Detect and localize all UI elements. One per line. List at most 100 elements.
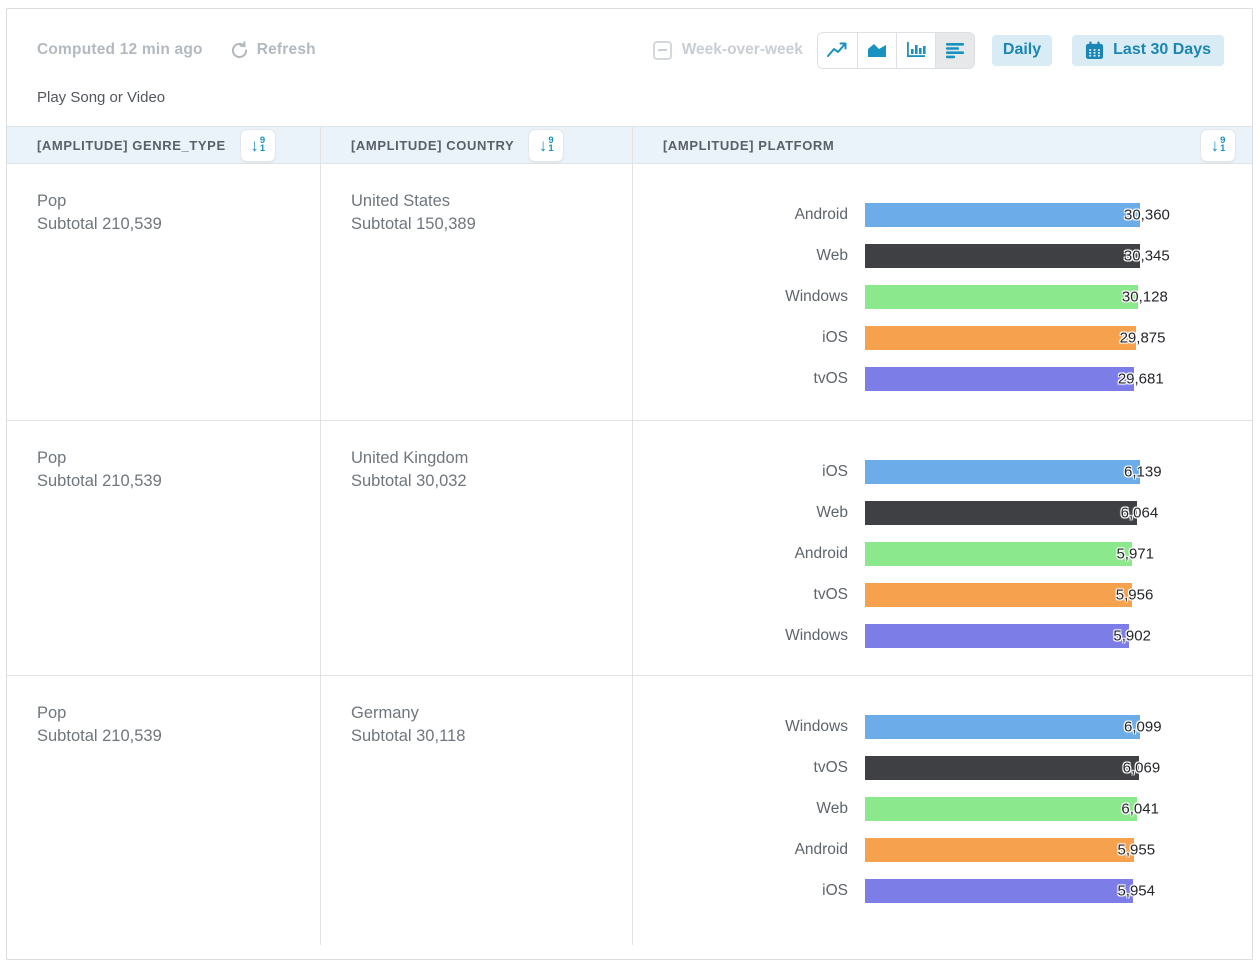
genre-cell-subtotal: Subtotal 210,539 bbox=[37, 470, 320, 493]
platform-bar[interactable]: 29,875 bbox=[865, 326, 1136, 350]
area-chart-icon bbox=[866, 40, 888, 60]
bar-track: 6,139 bbox=[865, 460, 1140, 484]
sort-descending-icon: ↓ bbox=[1211, 137, 1220, 154]
bar-value-label: 30,345 bbox=[1124, 247, 1170, 264]
genre-cell: PopSubtotal 210,539 bbox=[7, 676, 320, 945]
platform-bar[interactable]: 5,955 bbox=[865, 838, 1134, 862]
bar-value-label: 5,954 bbox=[1117, 882, 1155, 899]
week-over-week-label: Week-over-week bbox=[682, 41, 803, 59]
genre-cell: PopSubtotal 210,539 bbox=[7, 421, 320, 675]
country-cell: United KingdomSubtotal 30,032 bbox=[320, 421, 632, 675]
table-body: PopSubtotal 210,539United StatesSubtotal… bbox=[7, 164, 1252, 945]
platform-bar[interactable]: 6,139 bbox=[865, 460, 1140, 484]
sort-9-1-icon: 91 bbox=[260, 137, 265, 153]
country-cell-value: United Kingdom bbox=[351, 447, 632, 470]
country-cell-value: United States bbox=[351, 190, 632, 213]
platform-bar[interactable]: 6,099 bbox=[865, 715, 1140, 739]
bar-track: 6,064 bbox=[865, 501, 1140, 525]
bar-value-label: 30,128 bbox=[1122, 288, 1168, 305]
platform-bar[interactable]: 5,902 bbox=[865, 624, 1129, 648]
platform-label: Web bbox=[633, 247, 865, 265]
granularity-button[interactable]: Daily bbox=[992, 35, 1052, 66]
bar-track: 30,345 bbox=[865, 244, 1140, 268]
platform-bar[interactable]: 6,069 bbox=[865, 756, 1139, 780]
country-cell-subtotal: Subtotal 30,118 bbox=[351, 725, 632, 748]
platform-chart-cell: iOS6,139Web6,064Android5,971tvOS5,956Win… bbox=[632, 421, 1252, 675]
bar-track: 5,956 bbox=[865, 583, 1140, 607]
date-range-label: Last 30 Days bbox=[1113, 41, 1211, 59]
platform-bar-row: tvOS29,681 bbox=[633, 358, 1252, 399]
granularity-label: Daily bbox=[1003, 41, 1041, 59]
refresh-label: Refresh bbox=[257, 41, 316, 59]
refresh-button[interactable]: Refresh bbox=[229, 40, 316, 61]
sort-9-1-icon: 91 bbox=[548, 137, 553, 153]
bar-track: 5,902 bbox=[865, 624, 1140, 648]
platform-bar[interactable]: 5,954 bbox=[865, 879, 1133, 903]
calendar-icon bbox=[1085, 41, 1104, 60]
platform-label: iOS bbox=[633, 463, 865, 481]
toolbar: Computed 12 min ago Refresh Week-over-we… bbox=[7, 9, 1252, 69]
bar-track: 5,954 bbox=[865, 879, 1140, 903]
platform-bar[interactable]: 30,345 bbox=[865, 244, 1140, 268]
platform-bar[interactable]: 6,041 bbox=[865, 797, 1137, 821]
platform-bar[interactable]: 30,360 bbox=[865, 203, 1140, 227]
genre-cell-value: Pop bbox=[37, 702, 320, 725]
platform-bar[interactable]: 30,128 bbox=[865, 285, 1138, 309]
event-title: Play Song or Video bbox=[37, 89, 1252, 106]
bar-track: 29,681 bbox=[865, 367, 1140, 391]
platform-bar[interactable]: 6,064 bbox=[865, 501, 1137, 525]
line-chart-button[interactable] bbox=[818, 33, 857, 68]
horizontal-bar-chart-button[interactable] bbox=[935, 33, 974, 68]
sort-descending-icon: ↓ bbox=[539, 137, 548, 154]
column-chart-button[interactable] bbox=[896, 33, 935, 68]
platform-label: Windows bbox=[633, 288, 865, 306]
platform-bar[interactable]: 29,681 bbox=[865, 367, 1134, 391]
genre-cell: PopSubtotal 210,539 bbox=[7, 164, 320, 420]
platform-bar-row: Android5,971 bbox=[633, 533, 1252, 574]
platform-bar-row: Android30,360 bbox=[633, 194, 1252, 235]
header-country-label: [AMPLITUDE] COUNTRY bbox=[351, 138, 514, 153]
bar-track: 30,128 bbox=[865, 285, 1140, 309]
platform-bar-row: iOS29,875 bbox=[633, 317, 1252, 358]
genre-cell-value: Pop bbox=[37, 447, 320, 470]
date-range-button[interactable]: Last 30 Days bbox=[1072, 35, 1224, 66]
horizontal-bar-chart-icon bbox=[944, 40, 966, 60]
platform-chart-cell: Android30,360Web30,345Windows30,128iOS29… bbox=[632, 164, 1252, 420]
sort-descending-icon: ↓ bbox=[250, 137, 259, 154]
chart-type-selector bbox=[817, 32, 975, 69]
bar-value-label: 6,139 bbox=[1124, 463, 1162, 480]
country-cell-subtotal: Subtotal 30,032 bbox=[351, 470, 632, 493]
genre-cell-subtotal: Subtotal 210,539 bbox=[37, 725, 320, 748]
genre-cell-value: Pop bbox=[37, 190, 320, 213]
header-platform-label: [AMPLITUDE] PLATFORM bbox=[663, 138, 834, 153]
country-cell-subtotal: Subtotal 150,389 bbox=[351, 213, 632, 236]
platform-label: Windows bbox=[633, 718, 865, 736]
bar-track: 29,875 bbox=[865, 326, 1140, 350]
platform-bar-row: Web6,064 bbox=[633, 492, 1252, 533]
area-chart-button[interactable] bbox=[857, 33, 896, 68]
table-row: PopSubtotal 210,539United KingdomSubtota… bbox=[7, 420, 1252, 675]
platform-bar-row: Windows30,128 bbox=[633, 276, 1252, 317]
platform-bar-row: tvOS5,956 bbox=[633, 574, 1252, 615]
platform-label: Windows bbox=[633, 627, 865, 645]
bar-value-label: 5,955 bbox=[1118, 841, 1156, 858]
bar-track: 6,069 bbox=[865, 756, 1140, 780]
bar-value-label: 6,099 bbox=[1124, 718, 1162, 735]
platform-bar[interactable]: 5,971 bbox=[865, 542, 1132, 566]
sort-button-country[interactable]: ↓ 91 bbox=[528, 129, 564, 162]
platform-bar[interactable]: 5,956 bbox=[865, 583, 1132, 607]
bar-value-label: 6,041 bbox=[1121, 800, 1159, 817]
week-over-week-toggle[interactable]: Week-over-week bbox=[653, 41, 803, 60]
header-country: [AMPLITUDE] COUNTRY ↓ 91 bbox=[320, 126, 632, 164]
genre-cell-subtotal: Subtotal 210,539 bbox=[37, 213, 320, 236]
sort-button-genre-type[interactable]: ↓ 91 bbox=[240, 129, 276, 162]
bar-value-label: 29,681 bbox=[1118, 370, 1164, 387]
bar-track: 30,360 bbox=[865, 203, 1140, 227]
table-row: PopSubtotal 210,539United StatesSubtotal… bbox=[7, 164, 1252, 420]
platform-label: Android bbox=[633, 206, 865, 224]
platform-bar-row: iOS5,954 bbox=[633, 870, 1252, 911]
bar-track: 5,955 bbox=[865, 838, 1140, 862]
platform-bar-row: Web30,345 bbox=[633, 235, 1252, 276]
bar-value-label: 5,902 bbox=[1113, 627, 1151, 644]
sort-button-platform[interactable]: ↓ 91 bbox=[1200, 129, 1236, 162]
